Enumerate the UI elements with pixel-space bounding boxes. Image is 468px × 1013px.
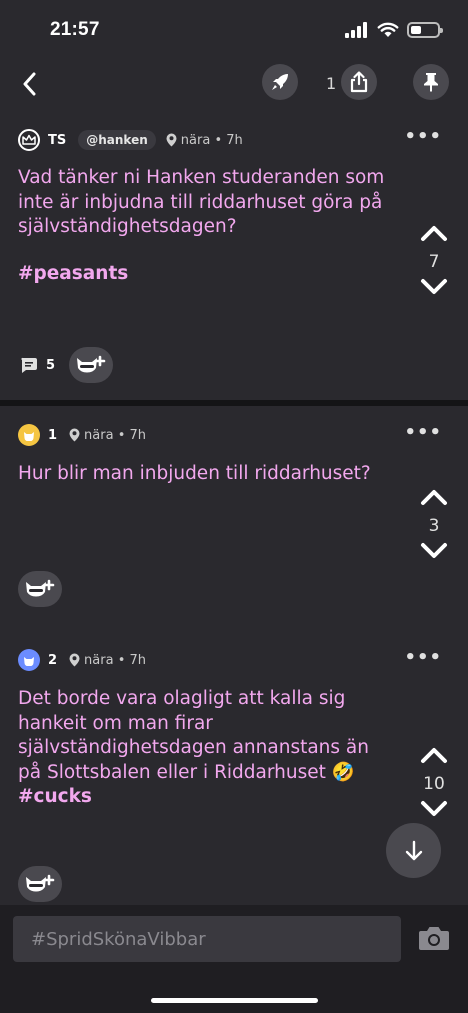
home-indicator xyxy=(151,998,318,1003)
upvote-button[interactable] xyxy=(420,746,448,764)
vote-widget: 10 xyxy=(418,746,450,822)
post-age: • 7h xyxy=(214,132,243,148)
reply-age: • 7h xyxy=(117,427,147,443)
emoji: 🤣 xyxy=(331,761,355,783)
vote-count: 7 xyxy=(428,252,440,272)
reply-author: 2 xyxy=(48,652,58,668)
location-pin-icon xyxy=(69,428,80,442)
post-body: Vad tänker ni Hanken studeranden som int… xyxy=(18,167,385,237)
reply-body: Det borde vara olagligt att kalla sig ha… xyxy=(18,688,369,783)
upvote-button[interactable] xyxy=(420,488,448,506)
reply-age: • 7h xyxy=(117,652,147,668)
location-pin-icon xyxy=(166,133,177,147)
cat-plus-icon xyxy=(26,874,55,892)
share-count: 1 xyxy=(326,74,337,93)
location-label: nära xyxy=(84,652,114,668)
add-cat-button[interactable] xyxy=(18,866,62,902)
add-cat-button[interactable] xyxy=(69,347,113,383)
location: nära • 7h xyxy=(69,428,146,443)
battery-icon xyxy=(407,22,443,38)
crown-icon xyxy=(18,129,40,151)
arrow-down-icon xyxy=(405,840,422,860)
hashtag-link[interactable]: #peasants xyxy=(18,263,128,284)
signal-icon xyxy=(345,22,367,38)
reply-text: Det borde vara olagligt att kalla sig ha… xyxy=(18,687,388,810)
post-hashtag-line: #peasants xyxy=(18,262,388,287)
status-bar: 21:57 xyxy=(0,0,468,60)
downvote-button[interactable] xyxy=(420,800,448,818)
boost-button[interactable] xyxy=(262,64,298,100)
reply-1: 1 nära • 7h ••• Hur blir man inbjuden ti… xyxy=(0,406,468,626)
reply-body: Hur blir man inbjuden till riddarhuset? xyxy=(18,463,371,484)
vote-count: 3 xyxy=(428,516,440,536)
vote-count: 10 xyxy=(423,774,445,794)
upvote-button[interactable] xyxy=(420,224,448,242)
camera-button[interactable] xyxy=(418,925,450,955)
post-author: TS xyxy=(48,132,67,148)
post-meta: TS @hanken nära • 7h xyxy=(18,129,243,151)
hashtag-link[interactable]: #cucks xyxy=(18,786,92,807)
downvote-button[interactable] xyxy=(420,542,448,560)
reply-input[interactable] xyxy=(13,916,401,962)
camera-icon xyxy=(419,927,449,950)
reply-meta: 2 nära • 7h xyxy=(18,649,146,671)
post-text: Vad tänker ni Hanken studeranden som int… xyxy=(18,166,388,240)
channel-tag[interactable]: @hanken xyxy=(78,130,156,150)
vote-widget: 7 xyxy=(418,224,450,300)
status-time: 21:57 xyxy=(50,19,100,40)
rocket-icon xyxy=(272,74,288,90)
location-label: nära xyxy=(180,132,211,148)
location: nära • 7h xyxy=(166,133,243,148)
pin-button[interactable] xyxy=(413,64,449,100)
comment-count[interactable]: 5 xyxy=(20,356,55,374)
top-bar: 1 xyxy=(0,62,468,106)
more-options-button[interactable]: ••• xyxy=(404,647,442,668)
reply-author: 1 xyxy=(48,427,58,443)
user-avatar-icon xyxy=(18,424,40,446)
share-icon xyxy=(350,71,368,93)
downvote-button[interactable] xyxy=(420,278,448,296)
scroll-down-button[interactable] xyxy=(386,823,441,878)
vote-widget: 3 xyxy=(418,488,450,564)
main-post: TS @hanken nära • 7h ••• Vad tänker ni H… xyxy=(0,118,468,400)
comment-count-value: 5 xyxy=(46,357,56,373)
location: nära • 7h xyxy=(69,653,146,668)
share-button[interactable] xyxy=(341,64,377,100)
reply-text: Hur blir man inbjuden till riddarhuset? xyxy=(18,462,388,487)
more-options-button[interactable]: ••• xyxy=(404,126,442,147)
comment-icon xyxy=(21,357,37,373)
status-icons xyxy=(345,22,443,38)
location-pin-icon xyxy=(69,653,80,667)
cat-plus-icon xyxy=(77,355,106,373)
more-options-button[interactable]: ••• xyxy=(404,422,442,443)
chevron-left-icon xyxy=(23,72,36,96)
user-avatar-icon xyxy=(18,649,40,671)
wifi-icon xyxy=(377,22,399,37)
cat-plus-icon xyxy=(26,579,55,597)
back-button[interactable] xyxy=(14,66,44,102)
pin-icon xyxy=(424,73,438,92)
composer xyxy=(0,905,468,1013)
reply-meta: 1 nära • 7h xyxy=(18,424,146,446)
location-label: nära xyxy=(84,427,114,443)
add-cat-button[interactable] xyxy=(18,571,62,607)
